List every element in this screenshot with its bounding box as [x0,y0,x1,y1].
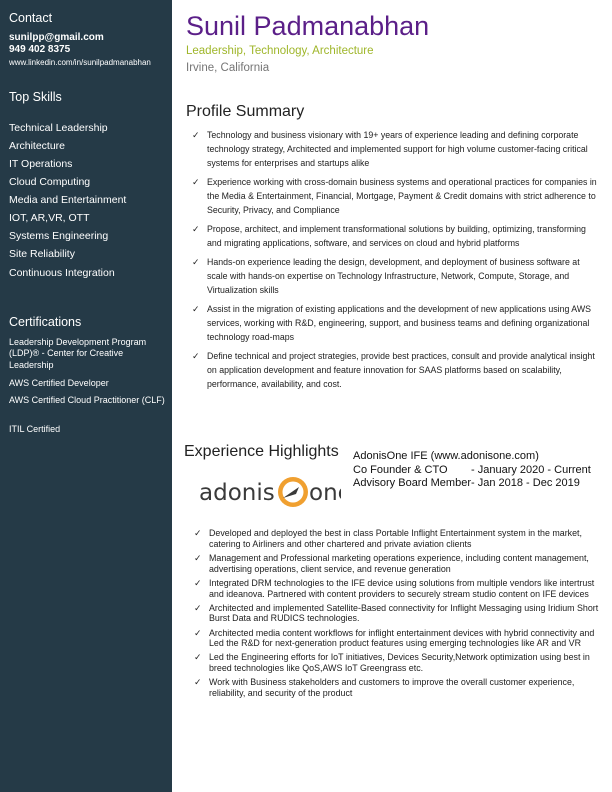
experience-title: Experience Highlights [184,443,339,460]
role-title: Advisory Board Member [353,477,471,489]
certification-item: AWS Certified Developer [9,378,109,388]
role-period: - Jan 2018 - Dec 2019 [471,477,580,489]
list-item: ✓ Work with Business stakeholders and cus… [194,677,600,699]
logo-text-right: one [309,480,341,506]
role-title: Co Founder & CTO [353,463,448,476]
skill-item: Architecture [9,140,66,152]
skill-item: IOT, AR,VR, OTT [9,212,90,224]
adonisone-logo: adonis one [199,477,341,507]
candidate-name: Sunil Padmanabhan [186,11,430,41]
list-item: ✓ Hands-on experience leading the design,… [192,255,600,298]
skill-item: Continuous Integration [9,267,115,279]
contact-email[interactable]: sunilpp@gmail.com [9,32,104,43]
experience-text: Developed and deployed the best in class… [209,528,582,549]
check-icon: ✓ [192,130,200,140]
main-content: Sunil Padmanabhan Leadership, Technology… [172,0,612,792]
list-item: ✓ Propose, architect, and implement trans… [192,222,600,250]
sidebar: Contact sunilpp@gmail.com 949 402 8375 w… [0,0,172,792]
contact-heading: Contact [9,11,53,25]
check-icon: ✓ [192,256,200,267]
check-icon: ✓ [194,577,202,588]
list-item: ✓ Assist in the migration of existing app… [192,302,600,345]
experience-text: Led the Engineering efforts for IoT init… [209,652,590,674]
company-block: AdonisOne IFE (www.adonisone.com) Co Fou… [353,450,591,491]
summary-text: Define technical and project strategies,… [207,350,595,390]
skill-item: Cloud Computing [9,176,91,188]
role-row: Co Founder & CTO - January 2020 - Curren… [353,464,591,478]
skill-item: Technical Leadership [9,122,108,134]
role-period: - January 2020 - Current [471,463,591,476]
tagline: Leadership, Technology, Architecture [186,45,374,57]
summary-text: Hands-on experience leading the design, … [207,256,580,296]
location: Irvine, California [186,62,270,74]
experience-text: Architected and implemented Satellite-Ba… [209,602,599,624]
list-item: ✓ Developed and deployed the best in clas… [194,528,600,550]
check-icon: ✓ [194,652,202,663]
experience-list: ✓ Developed and deployed the best in clas… [194,528,600,702]
certification-item: ITIL Certified [9,424,61,434]
certification-item: Leadership Development Program (LDP)® - … [9,337,147,370]
experience-text: Work with Business stakeholders and cust… [209,677,575,699]
skills-heading: Top Skills [9,90,62,104]
skill-item: Media and Entertainment [9,194,127,206]
summary-text: Technology and business visionary with 1… [207,130,588,169]
list-item: ✓ Architected and implemented Satellite-B… [194,603,600,625]
check-icon: ✓ [194,528,202,538]
experience-text: Architected media content workflows for … [209,627,595,649]
list-item: ✓ Define technical and project strategies… [192,349,600,392]
skill-item: Site Reliability [9,248,75,260]
check-icon: ✓ [194,552,202,563]
logo-text-left: adonis [199,480,275,506]
company-name: AdonisOne IFE (www.adonisone.com) [353,450,539,462]
list-item: ✓ Integrated DRM technologies to the IFE … [194,578,600,600]
summary-text: Assist in the migration of existing appl… [207,303,592,343]
experience-text: Management and Professional marketing op… [209,552,589,574]
certifications-heading: Certifications [9,315,82,329]
skill-item: Systems Engineering [9,230,109,242]
profile-summary-list: ✓ Technology and business visionary with … [192,128,600,396]
certification-item: AWS Certified Cloud Practitioner (CLF) [9,395,165,405]
experience-text: Integrated DRM technologies to the IFE d… [209,577,595,599]
check-icon: ✓ [194,627,202,638]
check-icon: ✓ [192,177,200,187]
list-item: ✓ Architected media content workflows for… [194,628,600,650]
contact-linkedin[interactable]: www.linkedin.com/in/sunilpadmanabhan [9,58,151,67]
profile-summary-title: Profile Summary [186,103,305,120]
check-icon: ✓ [192,303,200,314]
summary-text: Propose, architect, and implement transf… [207,224,586,249]
skill-item: IT Operations [9,158,73,170]
contact-phone[interactable]: 949 402 8375 [9,44,70,55]
summary-text: Experience working with cross-domain bus… [207,177,597,216]
check-icon: ✓ [192,350,200,361]
list-item: ✓ Experience working with cross-domain bu… [192,175,600,218]
list-item: ✓ Management and Professional marketing o… [194,553,600,575]
check-icon: ✓ [192,224,200,234]
check-icon: ✓ [194,677,202,688]
list-item: ✓ Led the Engineering efforts for IoT ini… [194,652,600,674]
list-item: ✓ Technology and business visionary with … [192,128,600,171]
role-row: Advisory Board Member - Jan 2018 - Dec 2… [353,477,591,491]
check-icon: ✓ [194,602,202,613]
